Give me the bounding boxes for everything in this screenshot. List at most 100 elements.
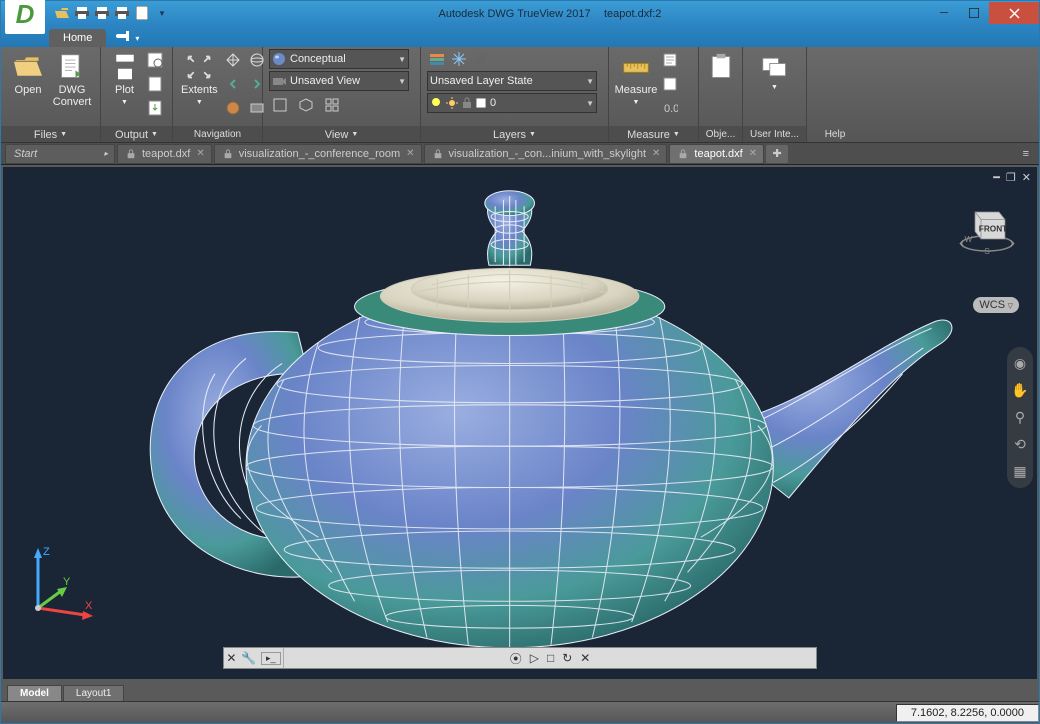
printer-icon	[111, 53, 139, 81]
panel-files-label[interactable]: Files▼	[1, 126, 100, 142]
dwg-convert-button[interactable]: DWG Convert	[51, 49, 93, 112]
nav-zoom-icon[interactable]: ⚲	[1015, 409, 1025, 426]
output-preview-button[interactable]	[144, 49, 166, 71]
document-tab[interactable]: visualization_-_con...inium_with_skyligh…	[424, 144, 668, 164]
layer-state-combo[interactable]: Unsaved Layer State▼	[427, 71, 597, 91]
qat-dropdown-icon[interactable]: ▼	[153, 4, 171, 22]
qat-sheet-icon[interactable]	[133, 4, 151, 22]
svg-text:S: S	[984, 247, 990, 256]
nav-pan-button[interactable]	[222, 49, 244, 71]
tab-close-icon[interactable]: ✕	[652, 148, 660, 159]
measure-id-button[interactable]	[659, 73, 681, 95]
maximize-button[interactable]	[959, 2, 989, 24]
app-menu-button[interactable]: D	[5, 0, 45, 34]
cmd-wrench-icon[interactable]: 🔧	[241, 651, 256, 665]
output-export-button[interactable]	[144, 97, 166, 119]
sphere-icon	[272, 52, 286, 66]
ribbon-tab-home[interactable]: Home	[49, 29, 106, 47]
wcs-badge[interactable]: WCS ▽	[973, 297, 1019, 313]
layout-tab-layout1[interactable]: Layout1	[63, 685, 125, 701]
document-tab-label: teapot.dxf	[142, 148, 190, 160]
panel-output-label[interactable]: Output▼	[101, 126, 172, 142]
anim-rewind-icon[interactable]: ⦿	[510, 650, 522, 667]
anim-loop-icon[interactable]: ↻	[562, 651, 572, 665]
view-single-button[interactable]	[271, 96, 289, 114]
ui-button[interactable]: ▼	[749, 49, 800, 96]
nav-showmotion-icon[interactable]: ▦	[1013, 463, 1026, 480]
panel-object-label: Obje...	[699, 126, 742, 142]
nav-wheel-button[interactable]	[222, 97, 244, 119]
saved-view-combo[interactable]: Unsaved View▼	[269, 71, 409, 91]
visual-style-combo[interactable]: Conceptual▼	[269, 49, 409, 69]
cmd-input-icon[interactable]: ▸_	[261, 652, 281, 665]
document-tab-label: visualization_-_conference_room	[239, 148, 400, 160]
lock-icon	[126, 149, 136, 159]
cmd-close-icon[interactable]: ✕	[226, 651, 236, 665]
model-status-bar: ✕ 🔧 ▸_ ⦿ ▷ □ ↻ ✕	[223, 647, 817, 669]
object-button[interactable]	[705, 49, 737, 85]
panel-object: Obje...	[699, 47, 743, 142]
layer-freeze-button[interactable]	[449, 49, 469, 69]
panel-ui: ▼ User Inte...	[743, 47, 807, 142]
coordinate-readout: 7.1602, 8.2256, 0.0000	[896, 704, 1039, 722]
nav-orbit-icon[interactable]: ⟲	[1014, 436, 1026, 453]
tab-overflow-button[interactable]: ≡	[1017, 148, 1035, 160]
lock-icon	[462, 97, 472, 109]
view-cube[interactable]: S W FRONT	[957, 197, 1017, 257]
qat-print2-icon[interactable]	[93, 4, 111, 22]
panel-layers-label[interactable]: Layers▼	[421, 126, 608, 142]
qat-open-icon[interactable]	[53, 4, 71, 22]
layer-prop-button[interactable]	[427, 49, 447, 69]
camera-icon	[272, 74, 286, 88]
plot-button[interactable]: Plot▼	[107, 49, 142, 111]
panel-measure-label[interactable]: Measure▼	[609, 126, 698, 142]
measure-list-button[interactable]	[659, 49, 681, 71]
panel-files: Open DWG Convert Files▼	[1, 47, 101, 142]
nav-pan-icon[interactable]: ✋	[1011, 382, 1028, 399]
window-title: Autodesk DWG TrueView 2017 teapot.dxf:2	[171, 6, 929, 20]
view-multi-button[interactable]	[323, 96, 341, 114]
layer-off-button[interactable]	[471, 49, 491, 69]
panel-view-label[interactable]: View▼	[263, 126, 420, 142]
start-tab[interactable]: Start▸	[5, 144, 115, 164]
document-tab[interactable]: teapot.dxf ✕	[117, 144, 212, 164]
panel-layers: Unsaved Layer State▼ 0▼ Layers▼	[421, 47, 609, 142]
output-page-button[interactable]	[144, 73, 166, 95]
svg-text:W: W	[965, 235, 973, 244]
ribbon-pin-button[interactable]: ▾	[106, 28, 149, 47]
layer-current-combo[interactable]: 0▼	[427, 93, 597, 113]
measure-button[interactable]: Measure▼	[615, 49, 657, 111]
lock-icon	[678, 149, 688, 159]
app-logo-icon: D	[16, 0, 35, 30]
nav-wheel-icon[interactable]: ◉	[1014, 355, 1026, 372]
panel-ui-label: User Inte...	[743, 126, 806, 142]
layout-tab-model[interactable]: Model	[7, 685, 62, 701]
anim-play-icon[interactable]: ▷	[530, 651, 539, 665]
layout-tab-bar: Model Layout1	[1, 681, 1039, 701]
document-convert-icon	[58, 53, 86, 81]
clipboard-icon	[707, 53, 735, 81]
tab-close-icon[interactable]: ✕	[196, 148, 204, 159]
minimize-button[interactable]: ─	[929, 2, 959, 24]
document-tab[interactable]: visualization_-_conference_room ✕	[214, 144, 422, 164]
viewport[interactable]: ━ ❐ ✕	[3, 167, 1037, 679]
anim-pause-icon[interactable]: □	[547, 651, 554, 665]
new-tab-button[interactable]: ✚	[766, 145, 788, 163]
panel-help-label[interactable]: Help	[807, 126, 863, 142]
measure-units-button[interactable]: 0.0	[659, 97, 681, 119]
title-bar: D ▼ Autodesk DWG TrueView 2017 teapot.dx…	[1, 1, 1039, 25]
document-tab[interactable]: teapot.dxf✕	[669, 144, 764, 164]
open-button[interactable]: Open	[7, 49, 49, 100]
tab-close-icon[interactable]: ✕	[749, 148, 757, 159]
window-controls: ─	[929, 2, 1039, 24]
extents-button[interactable]: Extents▼	[179, 49, 220, 111]
anim-stop-icon[interactable]: ✕	[580, 651, 590, 665]
panel-help: Help	[807, 47, 863, 142]
view-iso-button[interactable]	[297, 96, 315, 114]
tab-close-icon[interactable]: ✕	[406, 148, 414, 159]
windows-icon	[761, 53, 789, 81]
qat-print3-icon[interactable]	[113, 4, 131, 22]
nav-back-button[interactable]	[222, 73, 244, 95]
close-button[interactable]	[989, 2, 1039, 24]
qat-print-icon[interactable]	[73, 4, 91, 22]
